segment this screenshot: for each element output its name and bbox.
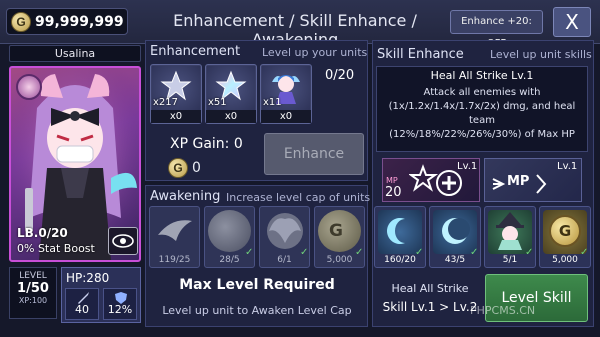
owned-count: x11 [263, 97, 282, 108]
owned-count: x217 [153, 97, 179, 108]
shield-icon [115, 292, 127, 304]
view-character-button[interactable] [108, 227, 138, 255]
disc-material-icon [208, 210, 251, 252]
check-icon: ✓ [525, 247, 534, 258]
stat-box: HP:280 40 12% [61, 267, 141, 323]
moon-material-icon [387, 218, 405, 244]
active-skill-level: Lv.1 [457, 161, 478, 172]
character-name: Usalina [9, 45, 141, 62]
passive-skill-tile[interactable]: MP Lv.1 [484, 158, 582, 202]
skill-description-line-1: Attack all enemies with [423, 87, 541, 98]
level-box: LEVEL 1/50 XP:100 [9, 267, 57, 319]
wing-material-icon [158, 220, 192, 241]
crescent-material-icon [442, 218, 470, 244]
awakening-material-emblem[interactable]: 6/1 ✓ [259, 206, 310, 268]
close-button[interactable]: X [553, 7, 591, 37]
witch-unit-icon [496, 212, 524, 250]
attack-stat: 40 [65, 288, 99, 320]
skill-material-gold[interactable]: G 5,000 ✓ [539, 206, 591, 268]
gold-display: G 99,999,999 [6, 8, 128, 35]
defense-stat: 12% [103, 288, 137, 320]
enhance-plus20-toggle[interactable]: Enhance +20: OFF [450, 10, 543, 49]
skill-heading: Skill Enhance [377, 47, 464, 62]
gold-amount: 99,999,999 [35, 13, 124, 30]
check-icon: ✓ [355, 247, 364, 258]
awakening-subheading: Increase level cap of units [226, 191, 371, 204]
sword-icon [78, 292, 89, 304]
awakening-material-wing[interactable]: 119/25 [149, 206, 200, 268]
awakening-heading: Awakening [150, 189, 221, 204]
character-portrait-card[interactable]: LB.0/20 0% Stat Boost [9, 66, 141, 262]
level-value: 1/50 [17, 281, 49, 296]
skill-description-line-3: (12%/18%/22%/26%/30%) of Max HP [389, 129, 575, 140]
check-icon: ✓ [580, 247, 589, 258]
skill-title: Heal All Strike Lv.1 [430, 69, 534, 82]
skill-material-moon[interactable]: 160/20 ✓ [374, 206, 426, 268]
enhancement-subheading: Level up your units [262, 46, 368, 59]
check-icon: ✓ [245, 247, 254, 258]
active-skill-tile[interactable]: MP 20 Lv.1 [382, 158, 480, 202]
gold-coin-icon: G [329, 221, 343, 241]
enhance-item-silver-star[interactable]: x217 x0 [150, 64, 202, 124]
skill-description-line-2: (1x/1.2x/1.4x/1.7x/2x) dmg, and heal tea… [388, 101, 576, 126]
passive-mp-label: MP [507, 174, 530, 189]
hp-value: HP:280 [66, 271, 110, 285]
gold-coin-icon: G [549, 215, 581, 247]
skill-description-box: Heal All Strike Lv.1 Attack all enemies … [376, 66, 588, 152]
enhancement-heading: Enhancement [150, 44, 241, 59]
owned-count: x51 [208, 97, 227, 108]
xp-value: XP:100 [18, 296, 48, 305]
skill-subheading: Level up unit skills [490, 48, 592, 61]
selected-count: x0 [206, 110, 256, 123]
mp-label: MP [386, 176, 398, 185]
eye-icon [112, 234, 134, 248]
max-level-required: Max Level Required [179, 277, 335, 293]
check-icon: ✓ [470, 247, 479, 258]
skill-material-crescent[interactable]: 43/5 ✓ [429, 206, 481, 268]
check-icon: ✓ [300, 247, 309, 258]
top-bar: G 99,999,999 Enhancement / Skill Enhance… [0, 0, 600, 49]
gold-coin-icon: G [168, 158, 188, 178]
enhance-item-rainbow-star[interactable]: x51 x0 [205, 64, 257, 124]
check-icon: ✓ [415, 247, 424, 258]
watermark: PHPCMS.CN [470, 304, 536, 317]
awakening-material-gold[interactable]: G 5,000 ✓ [314, 206, 365, 268]
mp-value: 20 [385, 185, 402, 200]
enhancement-counter: 0/20 [325, 68, 355, 83]
enhance-item-fairy-unit[interactable]: x11 x0 [260, 64, 312, 124]
selected-count: x0 [261, 110, 311, 123]
skill-material-witch[interactable]: 5/1 ✓ [484, 206, 536, 268]
passive-skill-level: Lv.1 [557, 161, 578, 172]
element-badge-icon [16, 74, 42, 100]
level-label: LEVEL [19, 271, 47, 281]
xp-gain-label: XP Gain: 0 [170, 136, 243, 152]
skill-name-label: Heal All Strike [391, 282, 469, 295]
material-count: 119/25 [158, 255, 191, 265]
awakening-material-disc[interactable]: 28/5 ✓ [204, 206, 255, 268]
skill-upgrade-label: Skill Lv.1 > Lv.2 [382, 300, 478, 314]
limit-break-label: LB.0/20 [17, 226, 68, 240]
selected-count: x0 [151, 110, 201, 123]
awakening-hint: Level up unit to Awaken Level Cap [162, 304, 352, 317]
gold-coin-icon: G [11, 11, 31, 32]
enhance-cost: G 0 [168, 158, 201, 178]
enhance-cost-value: 0 [192, 160, 201, 176]
enhance-button[interactable]: Enhance [264, 133, 364, 175]
stat-boost-label: 0% Stat Boost [17, 242, 95, 255]
